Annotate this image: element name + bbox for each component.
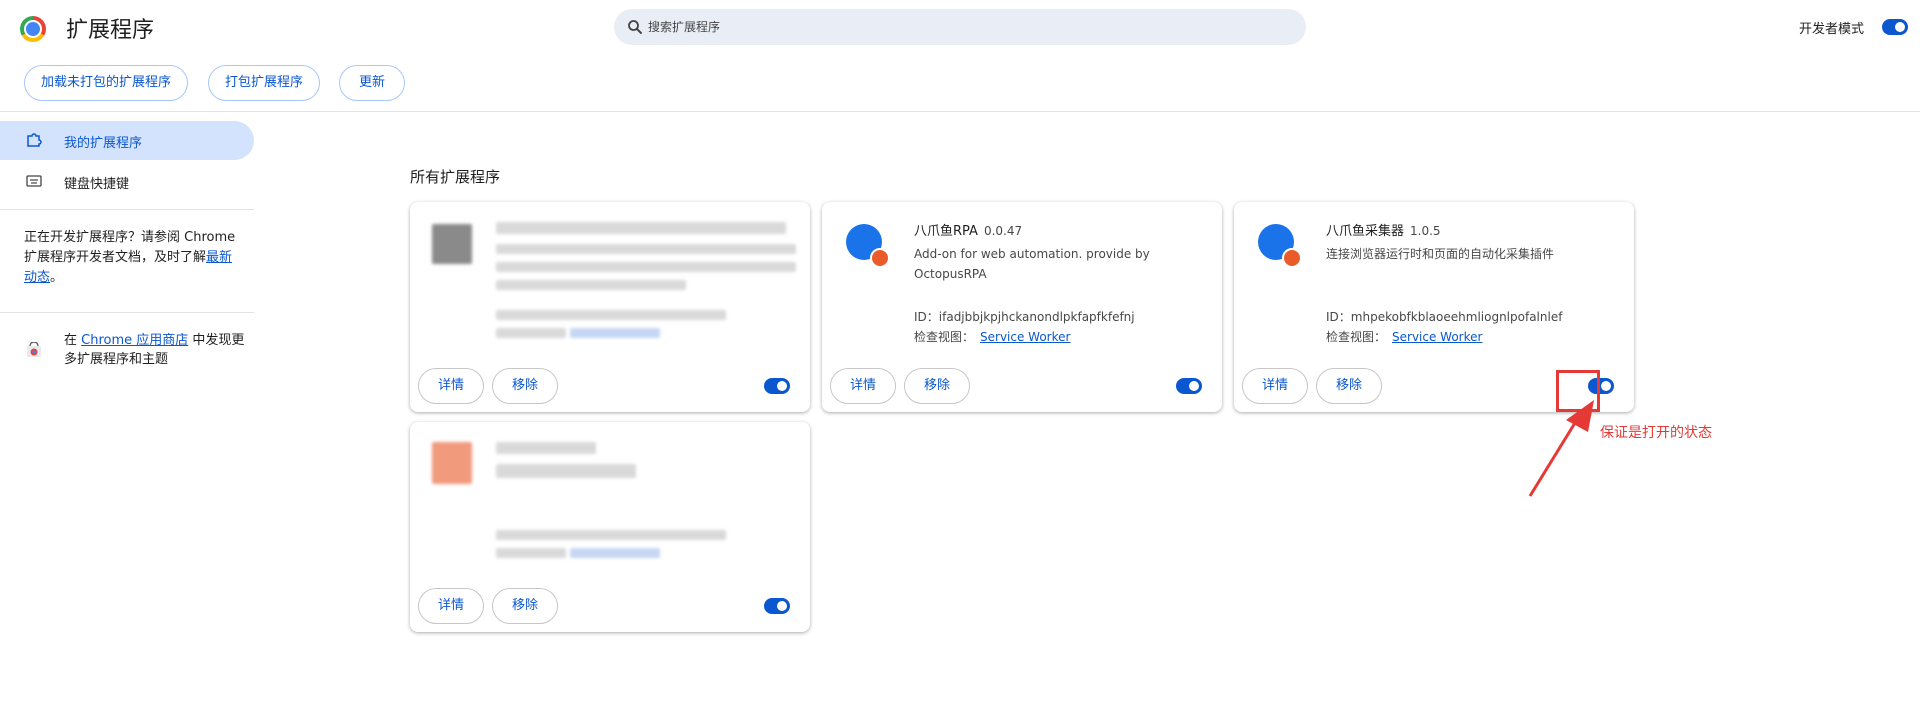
dev-mode-toggle[interactable] bbox=[1882, 19, 1908, 35]
search-input[interactable] bbox=[648, 9, 1288, 45]
keyboard-icon bbox=[26, 175, 42, 187]
sidebar-item-label: 我的扩展程序 bbox=[64, 136, 143, 151]
developer-note-text: 正在开发扩展程序？请参阅 Chrome 扩展程序开发者文档，及时了解 bbox=[24, 230, 236, 265]
chrome-logo-icon bbox=[20, 16, 46, 42]
web-store-prefix: 在 bbox=[64, 333, 82, 348]
search-icon bbox=[628, 20, 642, 34]
search-bar[interactable] bbox=[614, 9, 1306, 45]
blurred-text bbox=[496, 530, 726, 540]
extension-version: 0.0.47 bbox=[983, 224, 1023, 238]
chrome-web-store-link[interactable]: Chrome 应用商店 bbox=[81, 333, 188, 348]
blurred-extension-icon bbox=[432, 442, 472, 484]
blurred-link bbox=[570, 328, 660, 338]
extension-description: Add-on for web automation. provide by Oc… bbox=[914, 247, 1150, 281]
blurred-text bbox=[496, 244, 796, 254]
annotation-arrow-icon bbox=[1528, 400, 1594, 497]
extension-enable-toggle[interactable] bbox=[764, 378, 790, 394]
extension-description: 连接浏览器运行时和页面的自动化采集插件 bbox=[1326, 247, 1555, 261]
details-button[interactable]: 详情 bbox=[1242, 368, 1308, 404]
extension-enable-toggle[interactable] bbox=[764, 598, 790, 614]
extension-name-text: 八爪鱼采集器 bbox=[1326, 224, 1405, 239]
divider bbox=[0, 312, 254, 313]
extension-enable-toggle[interactable] bbox=[1176, 378, 1202, 394]
extension-name: 八爪鱼RPA 0.0.47 bbox=[914, 220, 1022, 239]
inspect-views: 检查视图： Service Worker bbox=[1326, 328, 1482, 345]
divider bbox=[0, 209, 254, 210]
extension-version: 1.0.5 bbox=[1410, 224, 1441, 238]
extension-id-value: mhpekobfkblaoeehmliognlpofalnlef bbox=[1350, 310, 1563, 324]
blurred-extension-icon bbox=[432, 224, 472, 264]
extension-id: ID：mhpekobfkblaoeehmliognlpofalnlef bbox=[1326, 308, 1562, 325]
blurred-text bbox=[496, 464, 636, 478]
extension-id-label: ID： bbox=[1326, 310, 1351, 324]
extension-card: 八爪鱼RPA 0.0.47 Add-on for web automation. … bbox=[822, 202, 1222, 412]
remove-button[interactable]: 移除 bbox=[904, 368, 970, 404]
sidebar-item-my-extensions[interactable]: 我的扩展程序 bbox=[0, 121, 254, 160]
extension-id-value: ifadjbbjkpjhckanondlpkfapfkfefnj bbox=[938, 310, 1135, 324]
annotation-text: 保证是打开的状态 bbox=[1600, 425, 1712, 441]
remove-button[interactable]: 移除 bbox=[1316, 368, 1382, 404]
inspect-views: 检查视图： Service Worker bbox=[914, 328, 1070, 345]
managed-badge-icon bbox=[870, 248, 890, 268]
blurred-text bbox=[496, 442, 596, 454]
extension-id-label: ID： bbox=[914, 310, 939, 324]
blurred-text bbox=[496, 548, 566, 558]
inspect-views-label: 检查视图： bbox=[1326, 330, 1387, 344]
dev-mode-label: 开发者模式 bbox=[1799, 22, 1865, 37]
developer-note: 正在开发扩展程序？请参阅 Chrome 扩展程序开发者文档，及时了解最新动态。 bbox=[24, 228, 244, 288]
blurred-text bbox=[496, 280, 686, 290]
puzzle-icon bbox=[27, 133, 42, 147]
extension-name-text: 八爪鱼RPA bbox=[914, 224, 978, 239]
service-worker-link[interactable]: Service Worker bbox=[1392, 330, 1482, 344]
page-title: 扩展程序 bbox=[66, 18, 155, 43]
remove-button[interactable]: 移除 bbox=[492, 588, 558, 624]
service-worker-link[interactable]: Service Worker bbox=[980, 330, 1070, 344]
blurred-link bbox=[570, 548, 660, 558]
header: 扩展程序 开发者模式 bbox=[0, 0, 1920, 54]
web-store-note: 在 Chrome 应用商店 中发现更多扩展程序和主题 bbox=[64, 331, 254, 369]
blurred-text bbox=[496, 328, 566, 338]
extension-card: 详情 移除 bbox=[410, 202, 810, 412]
chrome-web-store-icon bbox=[26, 341, 42, 358]
sidebar-item-keyboard-shortcuts[interactable]: 键盘快捷键 bbox=[0, 162, 254, 201]
blurred-text bbox=[496, 222, 786, 234]
developer-note-end: 。 bbox=[50, 270, 64, 285]
extension-name: 八爪鱼采集器 1.0.5 bbox=[1326, 220, 1441, 239]
details-button[interactable]: 详情 bbox=[418, 368, 484, 404]
divider bbox=[0, 111, 1920, 112]
load-unpacked-button[interactable]: 加载未打包的扩展程序 bbox=[24, 65, 188, 101]
extension-id: ID：ifadjbbjkpjhckanondlpkfapfkfefnj bbox=[914, 308, 1135, 325]
managed-badge-icon bbox=[1282, 248, 1302, 268]
details-button[interactable]: 详情 bbox=[830, 368, 896, 404]
remove-button[interactable]: 移除 bbox=[492, 368, 558, 404]
update-button[interactable]: 更新 bbox=[339, 65, 405, 101]
blurred-text bbox=[496, 262, 796, 272]
pack-extension-button[interactable]: 打包扩展程序 bbox=[208, 65, 320, 101]
extension-card: 详情 移除 bbox=[410, 422, 810, 632]
inspect-views-label: 检查视图： bbox=[914, 330, 975, 344]
details-button[interactable]: 详情 bbox=[418, 588, 484, 624]
sidebar-item-label: 键盘快捷键 bbox=[64, 177, 130, 192]
blurred-text bbox=[496, 310, 726, 320]
section-title: 所有扩展程序 bbox=[410, 168, 501, 186]
